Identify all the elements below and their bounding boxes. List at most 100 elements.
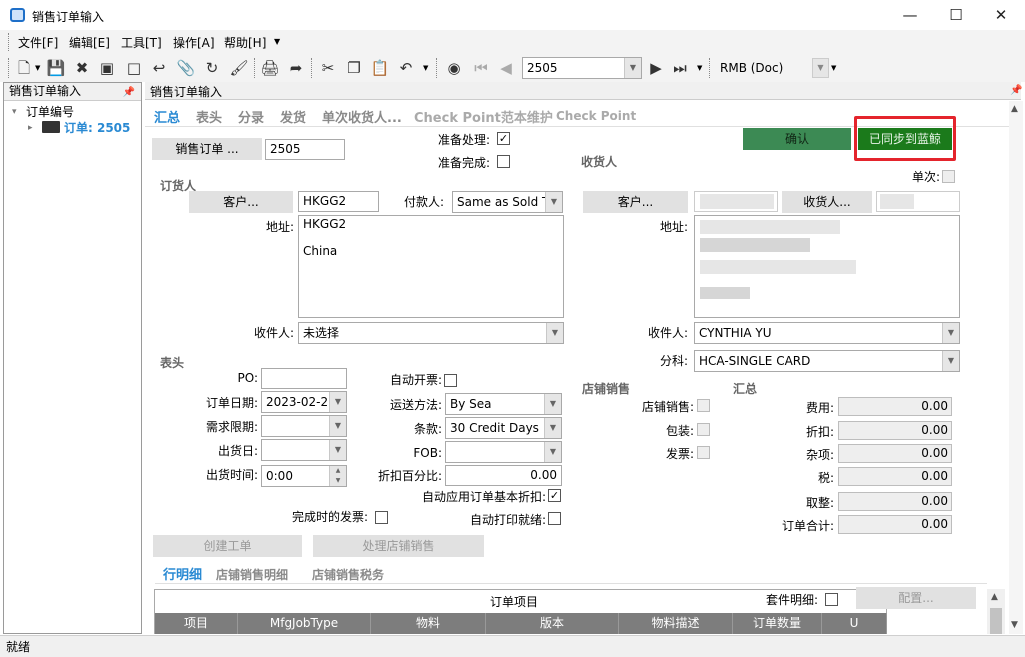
shipto-customer-button[interactable]: 客户... [583,191,688,213]
col-mfgjobtype[interactable]: MfgJobType [238,613,371,634]
chevron-down-icon[interactable]: ▼ [329,416,346,436]
process-store-sales-button[interactable]: 处理店铺销售 [313,535,484,557]
fob-select[interactable]: ▼ [445,441,562,463]
pin-icon[interactable]: 📌 [123,84,135,101]
chevron-down-icon[interactable]: ▼ [544,394,561,414]
tab-shipping[interactable]: 发货 [280,107,306,126]
single-checkbox[interactable] [942,170,955,183]
tree-collapse-icon[interactable]: ▸ [28,123,33,133]
chevron-down-icon[interactable]: ▼ [545,192,562,212]
col-revision[interactable]: 版本 [486,613,619,634]
chevron-down-icon[interactable]: ▼ [624,58,641,78]
ship-time-spinner[interactable]: 0:00 ▲ ▼ [261,465,347,487]
minimize-icon[interactable]: — [900,6,920,24]
auto-print-checkbox[interactable] [548,512,561,525]
new-icon[interactable]: 🗋 [14,58,34,78]
scroll-thumb[interactable] [990,608,1002,634]
menu-edit[interactable]: 编辑[E] [69,34,110,51]
col-uom[interactable]: U [822,613,887,634]
col-order-qty[interactable]: 订单数量 [733,613,822,634]
nav-overflow-icon[interactable]: ▼ [697,64,702,72]
menu-file[interactable]: 文件[F] [18,34,58,51]
chevron-down-icon[interactable]: ▼ [942,351,959,371]
tab-onetime-shipto[interactable]: 单次收货人... [322,107,402,126]
attach-icon[interactable]: 📎 [176,58,196,78]
chevron-down-icon[interactable]: ▼ [544,418,561,438]
order-date-picker[interactable]: 2023-02-2 ▼ [261,391,347,413]
packing-checkbox[interactable] [697,423,710,436]
config-button[interactable]: 配置... [856,587,976,609]
tab-summary[interactable]: 汇总 [154,107,180,126]
chevron-down-icon[interactable]: ▼ [546,323,563,343]
main-scroll-down-icon[interactable]: ▼ [1011,620,1018,630]
soldto-customer-button[interactable]: 客户... [189,191,293,213]
paste-icon[interactable]: 📋 [370,58,390,78]
close-icon[interactable]: ✕ [991,6,1011,24]
store-invoice-checkbox[interactable] [697,446,710,459]
main-scrollbar[interactable] [1009,101,1023,634]
tab-store-sales-tax[interactable]: 店铺销售税务 [312,566,384,583]
clear-icon[interactable]: □ [124,58,144,78]
ready-process-checkbox[interactable]: ✓ [497,132,510,145]
tab-checkpoint-template[interactable]: Check Point范本维护 [414,107,553,126]
print-icon[interactable]: 🖨 [260,58,280,78]
need-date-picker[interactable]: ▼ [261,415,347,437]
create-job-button[interactable]: 创建工单 [153,535,302,557]
undo-icon[interactable]: ↶ [396,58,416,78]
tab-line-detail[interactable]: 行明细 [163,564,202,583]
undo-dropdown-icon[interactable]: ▼ [423,64,428,72]
terms-select[interactable]: 30 Credit Days ▼ [445,417,562,439]
store-sales-checkbox[interactable] [697,399,710,412]
order-number-input[interactable]: 2505 [265,139,345,160]
menu-actions[interactable]: 操作[A] [173,34,215,51]
col-part[interactable]: 物料 [371,613,486,634]
prev-record-icon[interactable]: ◀ [496,58,516,78]
col-item[interactable]: 项目 [155,613,238,634]
hook-icon[interactable]: ↩ [149,58,169,78]
tab-lines[interactable]: 分录 [238,107,264,126]
maximize-icon[interactable]: ☐ [946,6,966,24]
tab-store-sales-detail[interactable]: 店铺销售明细 [216,566,288,583]
main-scroll-up-icon[interactable]: ▲ [1011,104,1018,114]
discount-percent-input[interactable]: 0.00 [445,465,562,486]
tab-checkpoint[interactable]: Check Point [556,109,636,123]
next-record-icon[interactable]: ▶ [646,58,666,78]
copy-icon[interactable]: ❐ [344,58,364,78]
brush-icon[interactable]: 🖌 [229,58,249,78]
tree-expand-icon[interactable]: ▾ [12,107,17,117]
chevron-down-icon[interactable]: ▼ [329,392,346,412]
save-icon[interactable]: 💾 [46,58,66,78]
tree-order-item[interactable]: 订单: 2505 [64,119,130,136]
export-icon[interactable]: ➦ [286,58,306,78]
sales-order-button[interactable]: 销售订单 ... [152,138,262,160]
currency-overflow-icon[interactable]: ▼ [831,64,836,72]
binoculars-icon[interactable]: ◉ [444,58,464,78]
currency-dropdown-icon[interactable]: ▼ [812,58,829,78]
soldto-recipient-select[interactable]: 未选择 ▼ [298,322,564,344]
auto-invoice-checkbox[interactable] [444,374,457,387]
first-record-icon[interactable]: ⏮ [471,58,491,78]
chevron-down-icon[interactable]: ▼ [544,442,561,462]
branch-select[interactable]: HCA-SINGLE CARD ▼ [694,350,960,372]
soldto-customer-input[interactable]: HKGG2 [298,191,379,212]
tab-header[interactable]: 表头 [196,107,222,126]
print-preview-icon[interactable]: ▣ [97,58,117,78]
soldto-address-textarea[interactable]: HKGG2 China [298,215,564,318]
shipto-button[interactable]: 收货人... [782,191,872,213]
kit-detail-checkbox[interactable] [825,593,838,606]
chevron-down-icon[interactable]: ▼ [942,323,959,343]
menu-help[interactable]: 帮助[H] [224,34,266,51]
payer-select[interactable]: Same as Sold T ▼ [452,191,563,213]
last-record-icon[interactable]: ⏭ [670,58,690,78]
chevron-down-icon[interactable]: ▼ [329,440,346,460]
ship-date-picker[interactable]: ▼ [261,439,347,461]
refresh-icon[interactable]: ↻ [202,58,222,78]
col-description[interactable]: 物料描述 [619,613,733,634]
po-input[interactable] [261,368,347,389]
tree-root[interactable]: 订单编号 [26,103,74,120]
menu-tools[interactable]: 工具[T] [121,34,162,51]
order-nav-combo[interactable]: 2505 ▼ [522,57,642,79]
ship-via-select[interactable]: By Sea ▼ [445,393,562,415]
scroll-up-icon[interactable]: ▲ [991,592,998,602]
new-dropdown-icon[interactable]: ▼ [35,64,40,72]
